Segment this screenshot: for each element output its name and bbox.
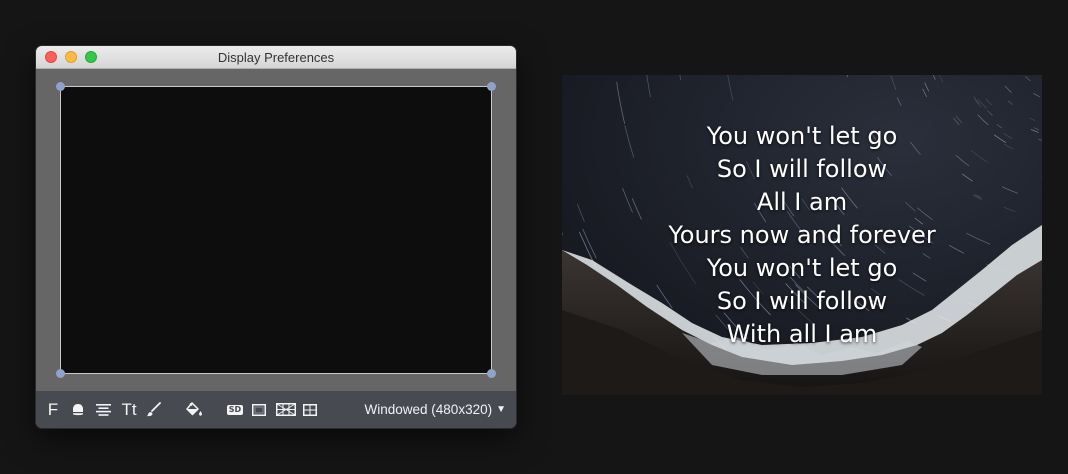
grid-guide-button[interactable] — [274, 391, 298, 428]
frame-icon — [252, 403, 266, 416]
sd-button[interactable]: SD — [225, 391, 245, 428]
lyric-line: Yours now and forever — [668, 221, 936, 249]
resize-handle-bottom-right[interactable] — [487, 369, 496, 378]
display-preferences-window: Display Preferences F Tt SD Windowed (48… — [36, 46, 516, 428]
text-size-button[interactable]: Tt — [119, 391, 139, 428]
text-size-icon: Tt — [121, 399, 137, 419]
font-icon: F — [47, 399, 59, 419]
resolution-dropdown[interactable]: Windowed (480x320) ▼ — [365, 391, 506, 428]
align-center-icon — [95, 403, 111, 416]
lyric-line: With all I am — [726, 320, 878, 348]
frame-button[interactable] — [250, 391, 268, 428]
paint-bucket-icon — [185, 402, 202, 416]
resize-handle-top-left[interactable] — [56, 82, 65, 91]
window-titlebar[interactable]: Display Preferences — [36, 46, 516, 69]
grid-guide-icon — [276, 403, 296, 416]
fill-button[interactable] — [184, 391, 204, 428]
font-button[interactable]: F — [46, 391, 60, 428]
output-display: You won't let go So I will follow All I … — [562, 75, 1042, 395]
shape-icon — [73, 403, 83, 415]
lyric-line: You won't let go — [706, 122, 898, 150]
lyric-line: So I will follow — [716, 155, 888, 183]
window-title: Display Preferences — [217, 50, 335, 65]
lyric-line: All I am — [756, 188, 848, 216]
preview-area — [36, 69, 516, 391]
chevron-down-icon: ▼ — [496, 404, 506, 415]
display-preview[interactable] — [60, 86, 492, 374]
lyric-line: You won't let go — [706, 254, 898, 282]
resolution-label: Windowed (480x320) — [364, 402, 493, 417]
crosshair-guide-button[interactable] — [301, 391, 319, 428]
resize-handle-top-right[interactable] — [487, 82, 496, 91]
bottom-toolbar: F Tt SD Windowed (480x320) ▼ — [36, 391, 516, 428]
brush-icon — [146, 402, 161, 417]
brush-button[interactable] — [144, 391, 162, 428]
lyric-line: So I will follow — [716, 287, 888, 315]
crosshair-guide-icon — [303, 403, 317, 416]
shape-button[interactable] — [70, 391, 86, 428]
sd-icon: SD — [226, 404, 244, 415]
resize-handle-bottom-left[interactable] — [56, 369, 65, 378]
lyrics-text: You won't let go So I will follow All I … — [562, 120, 1042, 351]
align-button[interactable] — [94, 391, 112, 428]
